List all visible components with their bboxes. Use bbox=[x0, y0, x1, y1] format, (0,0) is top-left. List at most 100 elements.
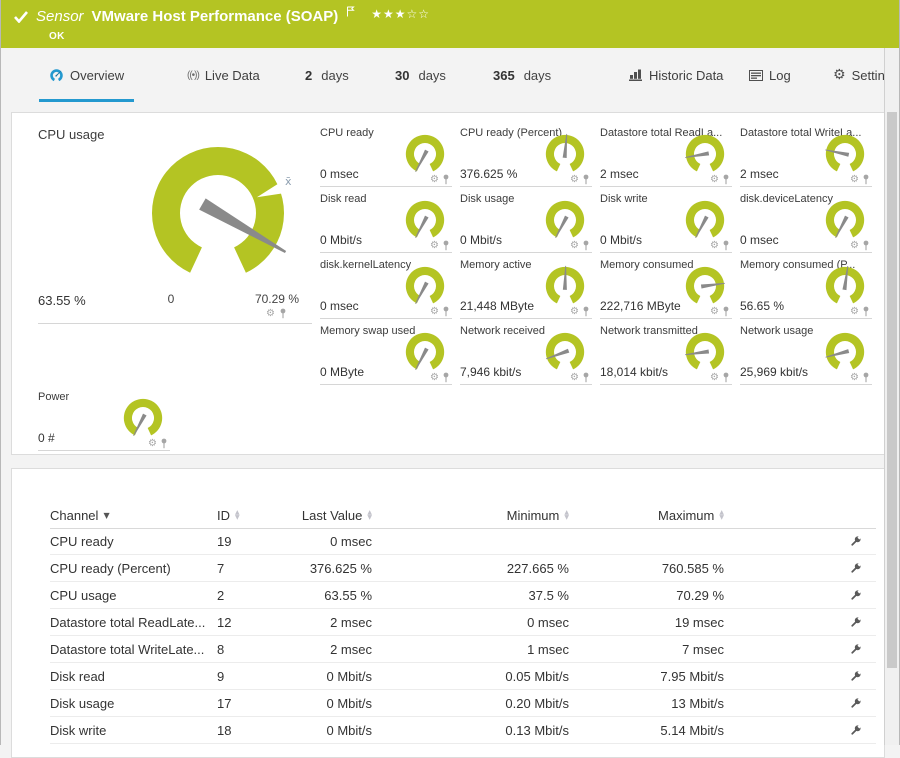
tab-30-days[interactable]: 30 days bbox=[385, 48, 456, 102]
pin-icon[interactable] bbox=[862, 240, 870, 251]
table-row[interactable]: CPU ready 19 0 msec bbox=[50, 528, 876, 555]
gauge-icon bbox=[49, 68, 64, 83]
sort-header-maximum[interactable]: Maximum ▲▼ bbox=[569, 508, 724, 523]
sensor-kind-label: Sensor bbox=[36, 8, 84, 25]
gear-icon[interactable]: ⚙ bbox=[570, 175, 579, 185]
channel-last-value: 0 msec bbox=[257, 534, 372, 549]
pin-icon[interactable] bbox=[582, 372, 590, 383]
log-icon bbox=[749, 70, 763, 81]
tab-2-days[interactable]: 2 days bbox=[295, 48, 359, 102]
channel-last-value: 2 msec bbox=[257, 615, 372, 630]
vertical-scrollbar[interactable] bbox=[884, 48, 899, 745]
table-row[interactable]: Datastore total WriteLate... 8 2 msec 1 … bbox=[50, 636, 876, 663]
tab-number: 2 bbox=[305, 68, 312, 83]
gear-icon[interactable]: ⚙ bbox=[710, 373, 719, 383]
gear-icon[interactable]: ⚙ bbox=[710, 241, 719, 251]
channel-last-value: 63.55 % bbox=[257, 588, 372, 603]
gear-icon[interactable]: ⚙ bbox=[850, 373, 859, 383]
channel-settings-wrench-icon[interactable] bbox=[849, 589, 862, 602]
pin-icon[interactable] bbox=[582, 306, 590, 317]
gear-icon[interactable]: ⚙ bbox=[266, 309, 275, 319]
gauge-value: 0 msec bbox=[740, 233, 779, 247]
tab-log[interactable]: Log bbox=[739, 48, 801, 102]
flag-icon[interactable] bbox=[346, 6, 355, 17]
gauge-value: 0 msec bbox=[320, 299, 359, 313]
pin-icon[interactable] bbox=[442, 174, 450, 185]
gear-icon[interactable]: ⚙ bbox=[430, 307, 439, 317]
pin-icon[interactable] bbox=[160, 438, 168, 449]
table-row[interactable]: Disk write 18 0 Mbit/s 0.13 Mbit/s 5.14 … bbox=[50, 717, 876, 744]
gear-icon[interactable]: ⚙ bbox=[570, 241, 579, 251]
gear-icon[interactable]: ⚙ bbox=[710, 175, 719, 185]
sort-header-minimum[interactable]: Minimum ▲▼ bbox=[372, 508, 569, 523]
main-gauge-value: 63.55 % bbox=[38, 293, 86, 308]
gauge-value: 21,448 MByte bbox=[460, 299, 534, 313]
pin-icon[interactable] bbox=[279, 308, 287, 319]
channel-settings-wrench-icon[interactable] bbox=[849, 535, 862, 548]
table-row[interactable]: CPU ready (Percent) 7 376.625 % 227.665 … bbox=[50, 555, 876, 582]
gauge-value: 0 Mbit/s bbox=[460, 233, 502, 247]
channel-minimum: 0.13 Mbit/s bbox=[372, 723, 569, 738]
channel-last-value: 0 Mbit/s bbox=[257, 669, 372, 684]
channel-settings-wrench-icon[interactable] bbox=[849, 724, 862, 737]
gauge-value: 0 Mbit/s bbox=[600, 233, 642, 247]
channel-settings-wrench-icon[interactable] bbox=[849, 562, 862, 575]
table-row[interactable]: Disk read 9 0 Mbit/s 0.05 Mbit/s 7.95 Mb… bbox=[50, 663, 876, 690]
tab-historic-data[interactable]: Historic Data bbox=[619, 48, 733, 102]
channel-settings-wrench-icon[interactable] bbox=[849, 616, 862, 629]
channel-settings-wrench-icon[interactable] bbox=[849, 670, 862, 683]
pin-icon[interactable] bbox=[862, 174, 870, 185]
gear-icon[interactable]: ⚙ bbox=[570, 373, 579, 383]
sort-header-last-value[interactable]: Last Value ▲▼ bbox=[257, 508, 372, 523]
gear-icon[interactable]: ⚙ bbox=[430, 373, 439, 383]
channel-settings-wrench-icon[interactable] bbox=[849, 643, 862, 656]
channel-last-value: 0 Mbit/s bbox=[257, 696, 372, 711]
channel-name: Datastore total ReadLate... bbox=[50, 615, 217, 630]
pin-icon[interactable] bbox=[722, 174, 730, 185]
gauge-value: 0 msec bbox=[320, 167, 359, 181]
pin-icon[interactable] bbox=[442, 372, 450, 383]
gear-icon[interactable]: ⚙ bbox=[570, 307, 579, 317]
channel-name: Disk usage bbox=[50, 696, 217, 711]
sort-header-channel[interactable]: Channel ▼ bbox=[50, 508, 217, 523]
scrollbar-thumb[interactable] bbox=[887, 112, 897, 668]
pin-icon[interactable] bbox=[442, 240, 450, 251]
table-row[interactable]: Disk usage 17 0 Mbit/s 0.20 Mbit/s 13 Mb… bbox=[50, 690, 876, 717]
gear-icon[interactable]: ⚙ bbox=[850, 241, 859, 251]
tab-365-days[interactable]: 365 days bbox=[483, 48, 561, 102]
channel-maximum: 70.29 % bbox=[569, 588, 724, 603]
gear-icon[interactable]: ⚙ bbox=[148, 439, 157, 449]
gauge-dial bbox=[542, 197, 588, 243]
pin-icon[interactable] bbox=[722, 372, 730, 383]
channel-settings-wrench-icon[interactable] bbox=[849, 697, 862, 710]
status-badge: OK bbox=[49, 31, 65, 42]
gear-icon[interactable]: ⚙ bbox=[710, 307, 719, 317]
priority-stars[interactable]: ★★★☆☆ bbox=[371, 7, 430, 21]
pin-icon[interactable] bbox=[442, 306, 450, 317]
gear-icon[interactable]: ⚙ bbox=[850, 175, 859, 185]
sort-header-id[interactable]: ID ▲▼ bbox=[217, 508, 257, 523]
pin-icon[interactable] bbox=[862, 306, 870, 317]
gauge-tile: Memory consumed (P... 56.65 % ⚙ bbox=[740, 258, 872, 319]
gauge-title: Memory consumed bbox=[600, 259, 694, 271]
pin-icon[interactable] bbox=[722, 306, 730, 317]
pin-icon[interactable] bbox=[582, 240, 590, 251]
gauge-tile: Network received 7,946 kbit/s ⚙ bbox=[460, 324, 592, 385]
tab-live-data[interactable]: ((•)) Live Data bbox=[177, 48, 270, 102]
gear-icon[interactable]: ⚙ bbox=[430, 175, 439, 185]
gear-icon[interactable]: ⚙ bbox=[430, 241, 439, 251]
pin-icon[interactable] bbox=[722, 240, 730, 251]
table-row[interactable]: Datastore total ReadLate... 12 2 msec 0 … bbox=[50, 609, 876, 636]
tab-overview[interactable]: Overview bbox=[39, 48, 134, 102]
channel-minimum: 1 msec bbox=[372, 642, 569, 657]
pin-icon[interactable] bbox=[582, 174, 590, 185]
gear-icon[interactable]: ⚙ bbox=[850, 307, 859, 317]
channel-id: 18 bbox=[217, 723, 257, 738]
gauge-value: 376.625 % bbox=[460, 167, 517, 181]
main-gauge-dial: x̄ bbox=[138, 133, 298, 293]
pin-icon[interactable] bbox=[862, 372, 870, 383]
gauge-dial bbox=[822, 329, 868, 375]
gauge-dial bbox=[822, 131, 868, 177]
tab-number: 30 bbox=[395, 68, 409, 83]
table-row[interactable]: CPU usage 2 63.55 % 37.5 % 70.29 % bbox=[50, 582, 876, 609]
